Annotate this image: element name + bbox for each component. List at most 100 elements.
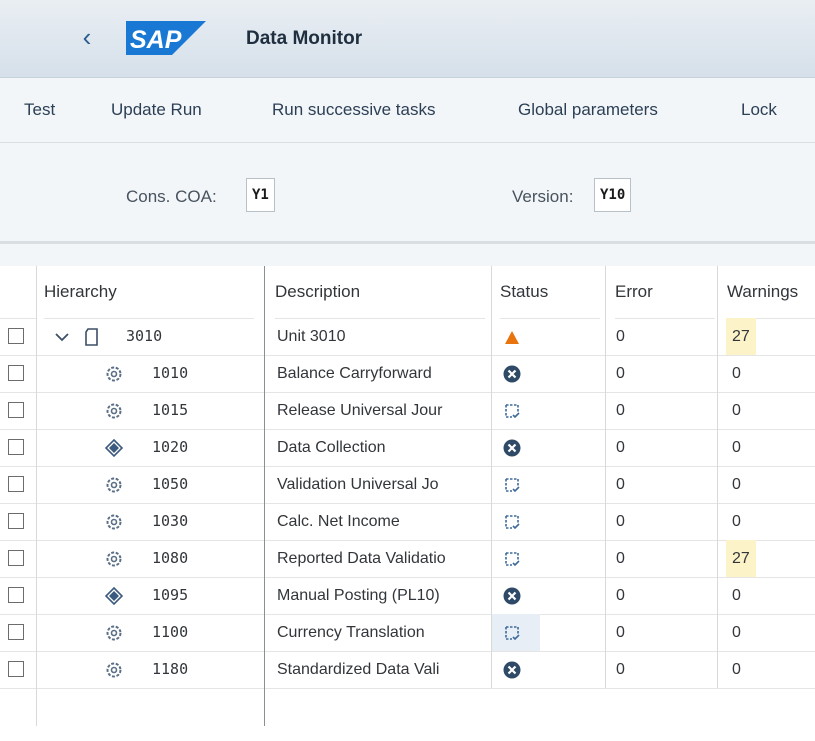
table-row[interactable]: 1100 Currency Translation 0 0 <box>0 614 815 652</box>
column-header-description[interactable]: Description <box>275 266 485 319</box>
pending-status-icon <box>502 475 522 495</box>
error-count: 0 <box>616 402 625 419</box>
update-run-button[interactable]: Update Run <box>111 100 202 120</box>
status-cell[interactable] <box>492 355 540 392</box>
lock-button[interactable]: Lock <box>741 100 777 120</box>
test-button[interactable]: Test <box>24 100 55 120</box>
error-status-icon <box>502 364 522 384</box>
hierarchy-code: 1095 <box>152 586 189 604</box>
column-divider <box>605 266 606 688</box>
table-row[interactable]: 1020 Data Collection 0 0 <box>0 429 815 467</box>
error-count: 0 <box>616 476 625 493</box>
gear-icon <box>104 475 124 495</box>
description-cell: Validation Universal Jo <box>277 476 439 493</box>
sap-logo[interactable]: SAP <box>126 21 206 55</box>
table-row[interactable]: 1010 Balance Carryforward 0 0 <box>0 355 815 393</box>
pending-status-icon <box>502 549 522 569</box>
description-cell: Manual Posting (PL10) <box>277 587 440 604</box>
pending-status-icon <box>502 512 522 532</box>
error-count: 0 <box>616 587 625 604</box>
table-row[interactable]: 1095 Manual Posting (PL10) 0 0 <box>0 577 815 615</box>
version-label: Version: <box>512 187 574 206</box>
table-row[interactable]: 3010 Unit 3010 0 27 <box>0 318 815 356</box>
row-checkbox[interactable] <box>8 513 24 529</box>
row-checkbox[interactable] <box>8 328 24 344</box>
table-row[interactable]: 1015 Release Universal Jour 0 0 <box>0 392 815 430</box>
warnings-count: 0 <box>732 365 741 382</box>
warning-status-icon <box>502 327 522 347</box>
hierarchy-code: 1080 <box>152 549 189 567</box>
status-cell[interactable] <box>492 614 540 651</box>
row-checkbox[interactable] <box>8 439 24 455</box>
global-parameters-button[interactable]: Global parameters <box>518 100 658 120</box>
gear-icon <box>104 364 124 384</box>
hierarchy-code: 1010 <box>152 364 189 382</box>
column-divider <box>491 266 492 688</box>
hierarchy-code: 3010 <box>126 327 163 345</box>
error-status-icon <box>502 438 522 458</box>
hierarchy-code: 1020 <box>152 438 189 456</box>
back-icon[interactable]: ‹ <box>74 22 100 52</box>
table-row[interactable]: 1180 Standardized Data Vali 0 0 <box>0 651 815 689</box>
table-row[interactable]: 1050 Validation Universal Jo 0 0 <box>0 466 815 504</box>
column-header-warnings[interactable]: Warnings <box>727 266 815 319</box>
column-divider <box>36 266 37 726</box>
status-cell[interactable] <box>492 429 540 466</box>
row-checkbox[interactable] <box>8 550 24 566</box>
column-header-hierarchy[interactable]: Hierarchy <box>44 266 254 319</box>
row-checkbox[interactable] <box>8 624 24 640</box>
row-checkbox[interactable] <box>8 587 24 603</box>
error-status-icon <box>502 586 522 606</box>
toolbar: Test Update Run Run successive tasks Glo… <box>0 78 815 143</box>
gear-icon <box>104 660 124 680</box>
warnings-count: 27 <box>726 540 756 577</box>
column-header-status[interactable]: Status <box>500 266 600 319</box>
status-cell[interactable] <box>492 577 540 614</box>
error-count: 0 <box>616 328 625 345</box>
select-all-header <box>0 266 36 319</box>
shell-bar: ‹ SAP Data Monitor <box>0 0 815 78</box>
description-cell: Data Collection <box>277 439 386 456</box>
warnings-count: 27 <box>726 318 756 355</box>
gear-icon <box>104 512 124 532</box>
hierarchy-code: 1030 <box>152 512 189 530</box>
error-status-icon <box>502 660 522 680</box>
description-cell: Calc. Net Income <box>277 513 400 530</box>
status-cell[interactable] <box>492 318 540 355</box>
warnings-count: 0 <box>732 513 741 530</box>
status-cell[interactable] <box>492 466 540 503</box>
version-field[interactable]: Y10 <box>594 178 632 212</box>
gear-icon <box>104 549 124 569</box>
row-checkbox[interactable] <box>8 661 24 677</box>
diamond-icon <box>104 438 124 458</box>
status-cell[interactable] <box>492 651 540 688</box>
error-count: 0 <box>616 661 625 678</box>
row-checkbox[interactable] <box>8 476 24 492</box>
table-row[interactable]: 1080 Reported Data Validatio 0 27 <box>0 540 815 578</box>
hierarchy-code: 1100 <box>152 623 189 641</box>
pending-status-icon <box>502 401 522 421</box>
hierarchy-code: 1180 <box>152 660 189 678</box>
selection-bar: Cons. COA: Y1 Version: Y10 <box>0 143 815 244</box>
document-icon <box>82 327 102 347</box>
column-header-error[interactable]: Error <box>615 266 715 319</box>
chevron-down-icon[interactable] <box>52 327 72 347</box>
status-cell[interactable] <box>492 540 540 577</box>
spacer <box>0 244 815 266</box>
error-count: 0 <box>616 624 625 641</box>
run-successive-tasks-button[interactable]: Run successive tasks <box>272 100 435 120</box>
data-monitor-table: Hierarchy Description Status Error Warni… <box>0 266 815 741</box>
error-count: 0 <box>616 365 625 382</box>
sap-logo-text: SAP <box>130 26 182 54</box>
table-row[interactable]: 1030 Calc. Net Income 0 0 <box>0 503 815 541</box>
row-checkbox[interactable] <box>8 365 24 381</box>
column-divider <box>717 266 718 688</box>
warnings-count: 0 <box>732 624 741 641</box>
coa-field[interactable]: Y1 <box>246 178 275 212</box>
row-checkbox[interactable] <box>8 402 24 418</box>
warnings-count: 0 <box>732 661 741 678</box>
status-cell[interactable] <box>492 503 540 540</box>
error-count: 0 <box>616 439 625 456</box>
status-cell[interactable] <box>492 392 540 429</box>
warnings-count: 0 <box>732 439 741 456</box>
